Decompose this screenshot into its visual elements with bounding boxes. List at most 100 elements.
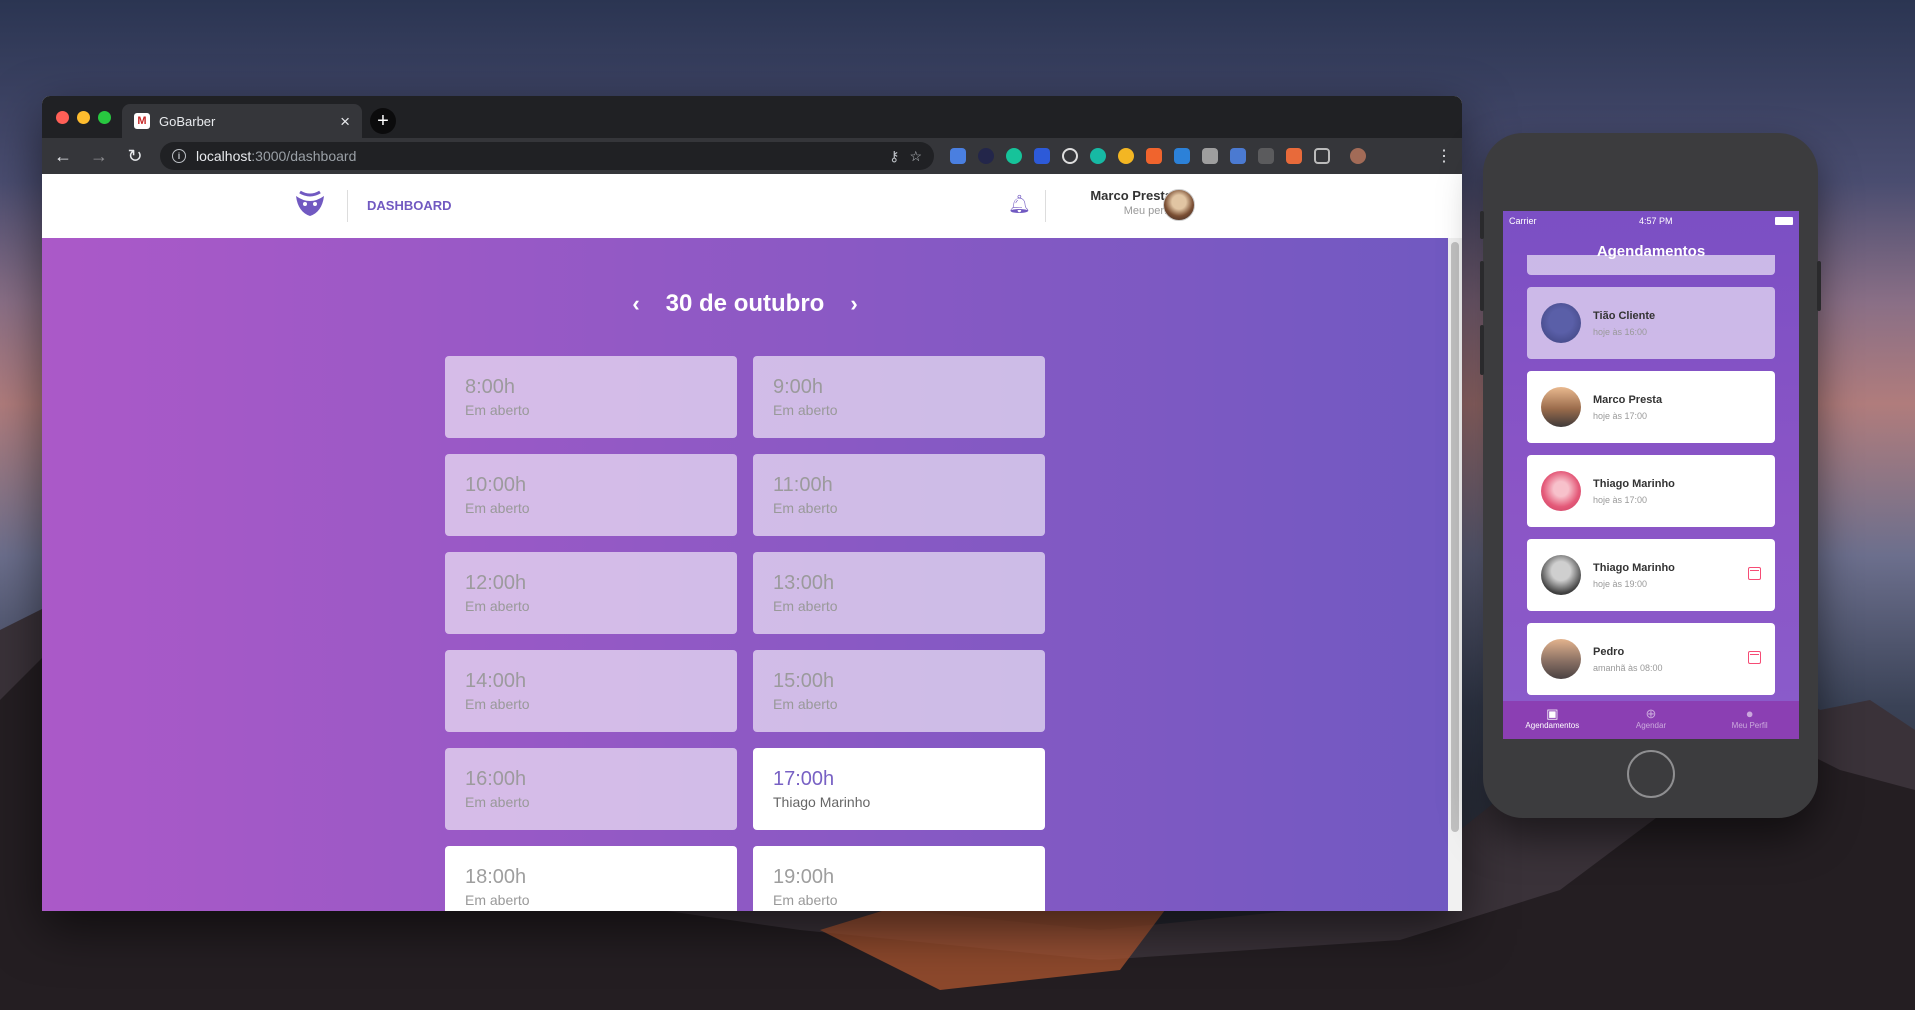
time-slot[interactable]: 13:00h Em aberto bbox=[753, 552, 1045, 634]
tab-label: Agendamentos bbox=[1525, 721, 1580, 730]
carrier-label: Carrier bbox=[1509, 216, 1537, 226]
bookmark-star-icon[interactable]: ☆ bbox=[909, 148, 922, 165]
appointment-item[interactable]: Thiago Marinho hoje às 17:00 bbox=[1527, 455, 1775, 527]
time-slot[interactable]: 16:00h Em aberto bbox=[445, 748, 737, 830]
url-text[interactable]: localhost:3000/dashboard bbox=[196, 148, 879, 164]
time-slot[interactable]: 9:00h Em aberto bbox=[753, 356, 1045, 438]
slot-status: Em aberto bbox=[773, 500, 838, 516]
time-slot[interactable]: 18:00h Em aberto bbox=[445, 846, 737, 911]
slot-time: 14:00h bbox=[465, 670, 527, 692]
site-info-icon[interactable]: i bbox=[172, 149, 186, 163]
browser-menu-icon[interactable]: ⋮ bbox=[1436, 146, 1452, 166]
prev-day-chevron-icon[interactable]: ‹ bbox=[632, 291, 639, 317]
tab-title: GoBarber bbox=[159, 113, 216, 129]
profile-avatar-icon[interactable] bbox=[1350, 148, 1366, 164]
time-slot[interactable]: 11:00h Em aberto bbox=[753, 454, 1045, 536]
slot-time: 9:00h bbox=[773, 376, 824, 398]
time-slot[interactable]: 8:00h Em aberto bbox=[445, 356, 737, 438]
add-circle-icon: ⊕ bbox=[1645, 706, 1657, 721]
status-bar: Carrier 4:57 PM bbox=[1503, 211, 1799, 231]
extension-icon[interactable] bbox=[1230, 148, 1246, 164]
url-path: :3000/dashboard bbox=[251, 148, 357, 164]
slot-time: 18:00h bbox=[465, 866, 527, 888]
appointments-list[interactable]: Tião Cliente hoje às 16:00 Marco Presta ho… bbox=[1527, 255, 1775, 695]
appointment-time: hoje às 17:00 bbox=[1593, 494, 1648, 505]
time-slot[interactable]: 15:00h Em aberto bbox=[753, 650, 1045, 732]
person-icon: ● bbox=[1745, 706, 1754, 721]
extension-icon[interactable] bbox=[1202, 148, 1218, 164]
forward-icon[interactable]: → bbox=[88, 146, 110, 167]
extension-icon[interactable] bbox=[978, 148, 994, 164]
slot-time: 15:00h bbox=[773, 670, 835, 692]
appointment-time: hoje às 17:00 bbox=[1593, 410, 1648, 421]
appointment-item[interactable]: Pedro amanhã às 08:00 bbox=[1527, 623, 1775, 695]
translate-extension-icon[interactable] bbox=[950, 148, 966, 164]
tab-label: Agendar bbox=[1635, 721, 1667, 730]
next-day-chevron-icon[interactable]: › bbox=[850, 291, 857, 317]
appointment-provider: Thiago Marinho bbox=[1593, 561, 1675, 574]
slot-status: Em aberto bbox=[465, 500, 530, 516]
header-divider bbox=[1045, 190, 1046, 222]
time-slot[interactable]: 14:00h Em aberto bbox=[445, 650, 737, 732]
avatar[interactable] bbox=[1163, 189, 1195, 221]
avatar bbox=[1541, 555, 1581, 595]
appointment-provider: Pedro bbox=[1593, 645, 1625, 658]
extension-icon[interactable] bbox=[1118, 148, 1134, 164]
cancel-appointment-icon[interactable] bbox=[1748, 651, 1761, 664]
extension-icon[interactable] bbox=[1090, 148, 1106, 164]
tab-meu-perfil[interactable]: ● Meu Perfil bbox=[1700, 701, 1799, 739]
extension-icon[interactable] bbox=[1258, 148, 1274, 164]
pocket-extension-icon[interactable] bbox=[1314, 148, 1330, 164]
current-date: 30 de outubro bbox=[665, 290, 825, 317]
slot-status: Em aberto bbox=[773, 402, 838, 418]
my-profile-link[interactable]: Meu perfil bbox=[1090, 205, 1172, 217]
reload-icon[interactable]: ↻ bbox=[124, 146, 146, 167]
phone-screen: Carrier 4:57 PM Agendamentos Tião Client… bbox=[1503, 211, 1799, 739]
maximize-window-button[interactable] bbox=[98, 111, 111, 124]
time-slot-booked[interactable]: 17:00h Thiago Marinho bbox=[753, 748, 1045, 830]
slot-time: 8:00h bbox=[465, 376, 516, 398]
list-item-partial bbox=[1527, 255, 1775, 275]
time-slot[interactable]: 19:00h Em aberto bbox=[753, 846, 1045, 911]
appointment-item[interactable]: Thiago Marinho hoje às 19:00 bbox=[1527, 539, 1775, 611]
address-bar[interactable]: i localhost:3000/dashboard ⚷ ☆ bbox=[160, 142, 934, 170]
nav-dashboard-link[interactable]: DASHBOARD bbox=[367, 198, 452, 213]
tab-gobarber[interactable]: M GoBarber × bbox=[122, 104, 362, 138]
slot-status: Em aberto bbox=[773, 892, 838, 908]
extension-icon[interactable] bbox=[1034, 148, 1050, 164]
extension-icon[interactable] bbox=[1062, 148, 1078, 164]
scrollbar-thumb[interactable] bbox=[1451, 242, 1459, 832]
appointment-item[interactable]: Tião Cliente hoje às 16:00 bbox=[1527, 287, 1775, 359]
slot-time: 10:00h bbox=[465, 474, 527, 496]
trello-extension-icon[interactable] bbox=[1174, 148, 1190, 164]
page-scrollbar[interactable] bbox=[1448, 238, 1462, 911]
header-divider bbox=[347, 190, 348, 222]
time-slot[interactable]: 12:00h Em aberto bbox=[445, 552, 737, 634]
close-tab-icon[interactable]: × bbox=[340, 113, 350, 130]
appointment-provider: Thiago Marinho bbox=[1593, 477, 1675, 490]
extension-icon[interactable] bbox=[1286, 148, 1302, 164]
notifications-bell-icon[interactable]: 🔔︎ bbox=[1008, 194, 1031, 215]
slot-status: Em aberto bbox=[465, 794, 530, 810]
back-icon[interactable]: ← bbox=[52, 146, 74, 167]
tab-label: Meu Perfil bbox=[1731, 721, 1768, 730]
slot-time: 13:00h bbox=[773, 572, 835, 594]
tab-agendar[interactable]: ⊕ Agendar bbox=[1602, 701, 1701, 739]
tab-agendamentos[interactable]: ▣ Agendamentos bbox=[1503, 701, 1602, 739]
time-slot[interactable]: 10:00h Em aberto bbox=[445, 454, 737, 536]
avatar bbox=[1541, 303, 1581, 343]
key-icon[interactable]: ⚷ bbox=[889, 148, 899, 165]
web-page: DASHBOARD 🔔︎ Marco Presta Meu perfil ‹ 3… bbox=[42, 174, 1462, 911]
slot-status: Em aberto bbox=[773, 696, 838, 712]
home-button[interactable] bbox=[1627, 750, 1675, 798]
gobarber-logo-icon[interactable] bbox=[294, 188, 326, 222]
appointment-item[interactable]: Marco Presta hoje às 17:00 bbox=[1527, 371, 1775, 443]
new-tab-button[interactable]: + bbox=[370, 108, 396, 134]
slot-time: 11:00h bbox=[773, 474, 833, 496]
extension-icon[interactable] bbox=[1146, 148, 1162, 164]
grammarly-extension-icon[interactable] bbox=[1006, 148, 1022, 164]
close-window-button[interactable] bbox=[56, 111, 69, 124]
appointment-time: hoje às 16:00 bbox=[1593, 326, 1648, 337]
cancel-appointment-icon[interactable] bbox=[1748, 567, 1761, 580]
minimize-window-button[interactable] bbox=[77, 111, 90, 124]
